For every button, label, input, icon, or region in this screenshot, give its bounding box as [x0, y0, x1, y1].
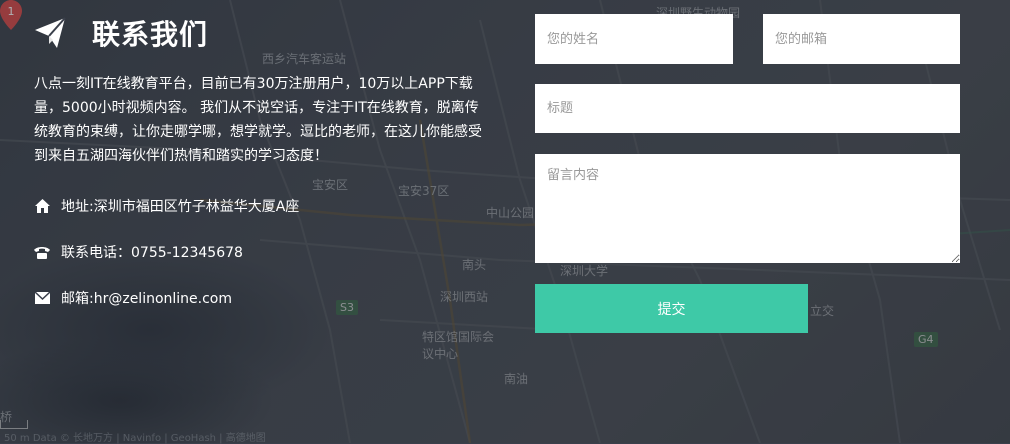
description-text: 八点一刻IT在线教育平台，目前已有30万注册用户，10万以上APP下载量，500…	[34, 76, 482, 164]
email-text: 邮箱:hr@zelinonline.com	[61, 291, 233, 307]
email-input[interactable]	[763, 14, 960, 64]
phone-text: 联系电话：0755-12345678	[61, 245, 243, 261]
home-icon	[34, 198, 50, 214]
paper-plane-icon	[35, 17, 66, 48]
envelope-icon	[34, 290, 50, 306]
subject-input[interactable]	[535, 84, 960, 133]
title-row: 联系我们	[34, 12, 494, 54]
message-textarea[interactable]	[535, 154, 960, 263]
phone-row: 联系电话：0755-12345678	[34, 242, 243, 262]
page-title: 联系我们	[92, 18, 209, 51]
email-row: 邮箱:hr@zelinonline.com	[34, 288, 232, 308]
phone-icon	[34, 244, 50, 260]
address-text: 地址:深圳市福田区竹子林益华大厦A座	[61, 199, 300, 215]
name-input[interactable]	[535, 14, 733, 64]
contact-info: 联系我们 八点一刻IT在线教育平台，目前已有30万注册用户，10万以上APP下载…	[34, 12, 494, 307]
submit-button[interactable]: 提交	[535, 284, 808, 333]
address-row: 地址:深圳市福田区竹子林益华大厦A座	[34, 196, 299, 216]
